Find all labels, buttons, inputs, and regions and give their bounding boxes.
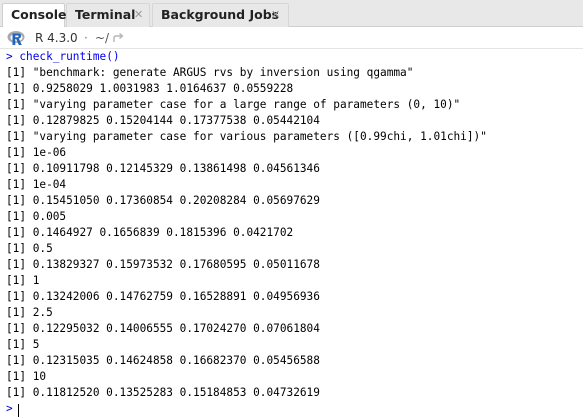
output-line: [1] 0.11812520 0.13525283 0.15184853 0.0… [6,386,320,399]
output-line: [1] 1 [6,274,40,287]
console-output-area[interactable]: > check_runtime() [1] "benchmark: genera… [0,49,583,419]
text-cursor [18,404,19,417]
command-line: > check_runtime() [6,49,120,65]
output-line: [1] "varying parameter case for various … [6,130,487,143]
output-line: [1] 0.1464927 0.1656839 0.1815396 0.0421… [6,226,294,239]
output-line: [1] 0.15451050 0.17360854 0.20208284 0.0… [6,194,320,207]
output-line: [1] 0.10911798 0.12145329 0.13861498 0.0… [6,162,320,175]
input-prompt-line[interactable]: > [6,401,13,417]
output-line: [1] 2.5 [6,306,53,319]
output-line: [1] 5 [6,338,40,351]
go-to-directory-icon[interactable] [112,31,125,44]
tab-console[interactable]: Console [2,3,67,28]
output-line: [1] 0.5 [6,242,53,255]
output-line: [1] "varying parameter case for a large … [6,98,461,111]
output-line: [1] 0.13242006 0.14762759 0.16528891 0.0… [6,290,320,303]
tab-console-label: Console [11,7,67,22]
output-line: [1] 0.12315035 0.14624858 0.16682370 0.0… [6,354,320,367]
tab-background-jobs[interactable]: Background Jobs ✕ [152,3,289,27]
output-line: [1] 0.9258029 1.0031983 1.0164637 0.0559… [6,82,294,95]
tab-terminal[interactable]: Terminal ✕ [66,3,150,27]
output-line: [1] "benchmark: generate ARGUS rvs by in… [6,66,414,79]
working-directory: ~/ [95,31,110,45]
tab-terminal-label: Terminal [75,7,136,22]
console-toolbar: R 4.3.0 · ~/ [0,27,583,49]
output-line: [1] 10 [6,370,47,383]
output-line: [1] 1e-06 [6,146,67,159]
output-line: [1] 0.13829327 0.15973532 0.17680595 0.0… [6,258,320,271]
prompt-symbol: > [6,50,13,63]
tab-background-jobs-label: Background Jobs [161,7,280,22]
output-line: [1] 0.005 [6,210,67,223]
r-logo-icon [7,31,25,45]
close-icon[interactable]: ✕ [271,4,280,26]
separator-dot: · [84,31,88,45]
pane-tab-bar: Console Terminal ✕ Background Jobs ✕ [0,0,583,28]
output-line: [1] 1e-04 [6,178,67,191]
command-text: check_runtime() [19,50,120,63]
r-version-label: R 4.3.0 [35,31,78,45]
close-icon[interactable]: ✕ [134,4,143,26]
output-line: [1] 0.12295032 0.14006555 0.17024270 0.0… [6,322,320,335]
prompt-symbol: > [6,402,13,415]
output-line: [1] 0.12879825 0.15204144 0.17377538 0.0… [6,114,320,127]
